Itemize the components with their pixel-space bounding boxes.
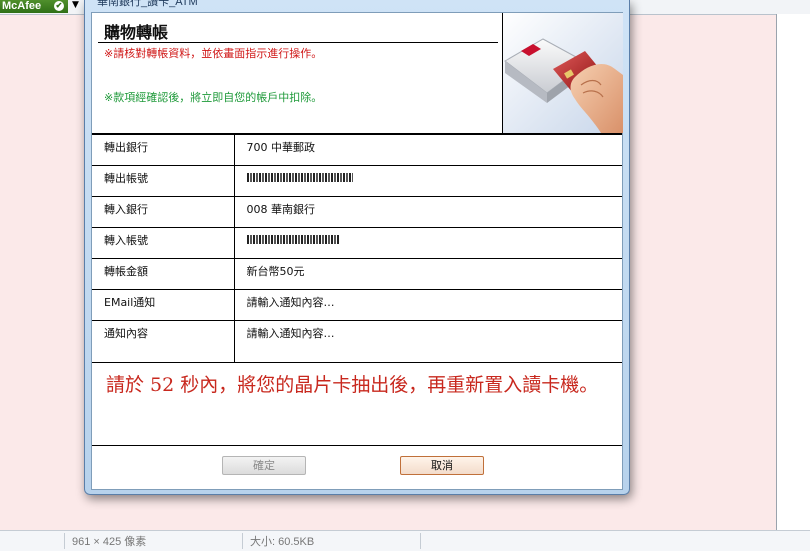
notice-deduct: ※款項經確認後，將立即自您的帳戶中扣除。: [104, 91, 323, 104]
row-label: 轉出銀行: [92, 134, 235, 166]
table-row: 轉帳金額 新台幣50元: [92, 258, 622, 290]
countdown-message: 請於 52 秒內，將您的晶片卡抽出後，再重新置入讀卡機。: [106, 374, 599, 396]
header-divider: [98, 42, 498, 43]
row-label: 通知內容: [92, 320, 235, 363]
transfer-dialog: 華南銀行_讀卡_ATM 購物轉帳 ※請核對轉帳資料，並依畫面指示進行操作。 ※款…: [84, 0, 630, 495]
row-label: 轉出帳號: [92, 165, 235, 197]
status-dimensions: 961 × 425 像素: [72, 536, 147, 548]
window-title: 華南銀行_讀卡_ATM: [97, 0, 198, 8]
mcafee-label: McAfee: [2, 0, 42, 12]
status-size: 大小: 60.5KB: [250, 536, 315, 548]
masked-account-number: [246, 172, 353, 182]
row-value: 新台幣50元: [233, 258, 622, 290]
card-reader-image: [502, 13, 623, 133]
check-icon: ✔: [54, 1, 64, 11]
side-pane: [777, 14, 810, 530]
status-bar: 961 × 425 像素 大小: 60.5KB: [0, 530, 810, 551]
notify-content-field[interactable]: 請輸入通知內容…: [233, 320, 622, 363]
chevron-down-icon[interactable]: ▼: [72, 0, 79, 10]
table-row: 轉出銀行 700 中華郵政: [92, 134, 622, 166]
row-label: EMail通知: [92, 289, 235, 321]
table-row: 轉入銀行 008 華南銀行: [92, 196, 622, 228]
status-separator: [420, 533, 421, 549]
row-label: 轉入帳號: [92, 227, 235, 259]
table-row: EMail通知 請輸入通知內容…: [92, 289, 622, 321]
row-value: [233, 165, 622, 197]
dialog-header: 購物轉帳 ※請核對轉帳資料，並依畫面指示進行操作。 ※款項經確認後，將立即自您的…: [92, 13, 623, 134]
row-value: 700 中華郵政: [233, 134, 622, 166]
email-notify-field[interactable]: 請輸入通知內容…: [233, 289, 622, 321]
row-value: 008 華南銀行: [233, 196, 622, 228]
table-row: 轉入帳號: [92, 227, 622, 259]
page-title: 購物轉帳: [104, 23, 169, 42]
row-label: 轉入銀行: [92, 196, 235, 228]
masked-account-number: [246, 234, 339, 244]
row-value: [233, 227, 622, 259]
transfer-details-table: 轉出銀行 700 中華郵政 轉出帳號 轉入銀行 008 華南銀行 轉入帳號 轉帳…: [92, 134, 622, 363]
notice-review: ※請核對轉帳資料，並依畫面指示進行操作。: [104, 47, 323, 60]
cancel-button[interactable]: 取消: [400, 456, 484, 475]
status-separator: [242, 533, 243, 549]
table-row: 通知內容 請輸入通知內容…: [92, 320, 622, 363]
mcafee-button[interactable]: McAfee ✔: [0, 0, 68, 13]
footer-divider: [92, 445, 622, 446]
dialog-content: 購物轉帳 ※請核對轉帳資料，並依畫面指示進行操作。 ※款項經確認後，將立即自您的…: [91, 12, 623, 490]
confirm-button[interactable]: 確定: [222, 456, 306, 475]
status-separator: [64, 533, 65, 549]
row-label: 轉帳金額: [92, 258, 235, 290]
table-row: 轉出帳號: [92, 165, 622, 197]
